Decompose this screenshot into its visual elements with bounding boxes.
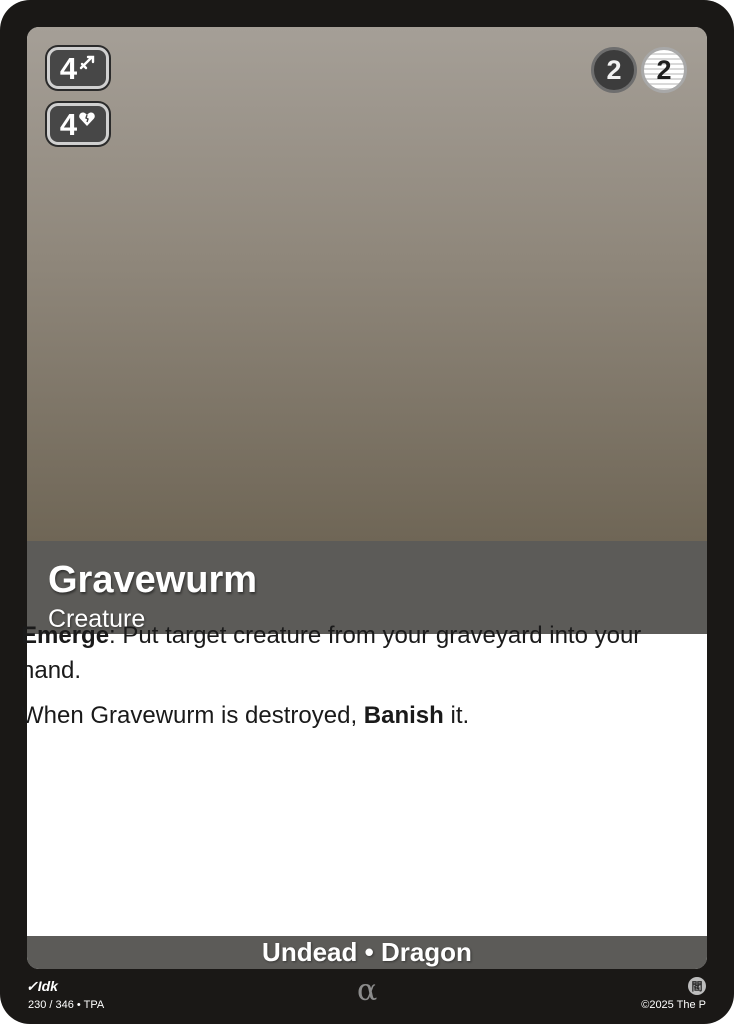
heart-icon xyxy=(79,112,95,126)
attack-value: 4 xyxy=(59,50,78,86)
language-icon: 閻 xyxy=(688,977,706,995)
generic-cost: 2 xyxy=(591,47,637,93)
subtype-line: Undead • Dragon xyxy=(27,936,707,969)
health-stat: 4 xyxy=(47,103,109,145)
brush-icon: ✓ xyxy=(26,978,38,994)
sword-icon xyxy=(79,55,95,70)
rule-emerge: Emerge: Put target creature from your gr… xyxy=(21,622,642,684)
rules-text: Emerge: Put target creature from your gr… xyxy=(21,618,661,743)
attack-stat: 4 xyxy=(47,47,109,89)
rarity-symbol: α xyxy=(357,973,378,1008)
card-inner: 4 4 2 2 Gravewurm Creature Undead • Drag… xyxy=(27,27,707,969)
health-value: 4 xyxy=(59,106,78,142)
collector-number: 230 / 346 • TPA xyxy=(28,999,105,1011)
keyword-banish: Banish xyxy=(363,702,444,729)
colored-cost: 2 xyxy=(641,47,687,93)
keyword-emerge: Emerge xyxy=(21,622,110,649)
card-art xyxy=(27,27,707,541)
rule-banish: When Gravewurm is destroyed, Banish it. xyxy=(21,702,470,729)
card-frame: 4 4 2 2 Gravewurm Creature Undead • Drag… xyxy=(0,0,734,1024)
artist-credit: ✓Idk xyxy=(26,978,58,994)
card-name: Gravewurm xyxy=(48,559,258,601)
copyright-text: ©2025 The P xyxy=(641,999,706,1011)
